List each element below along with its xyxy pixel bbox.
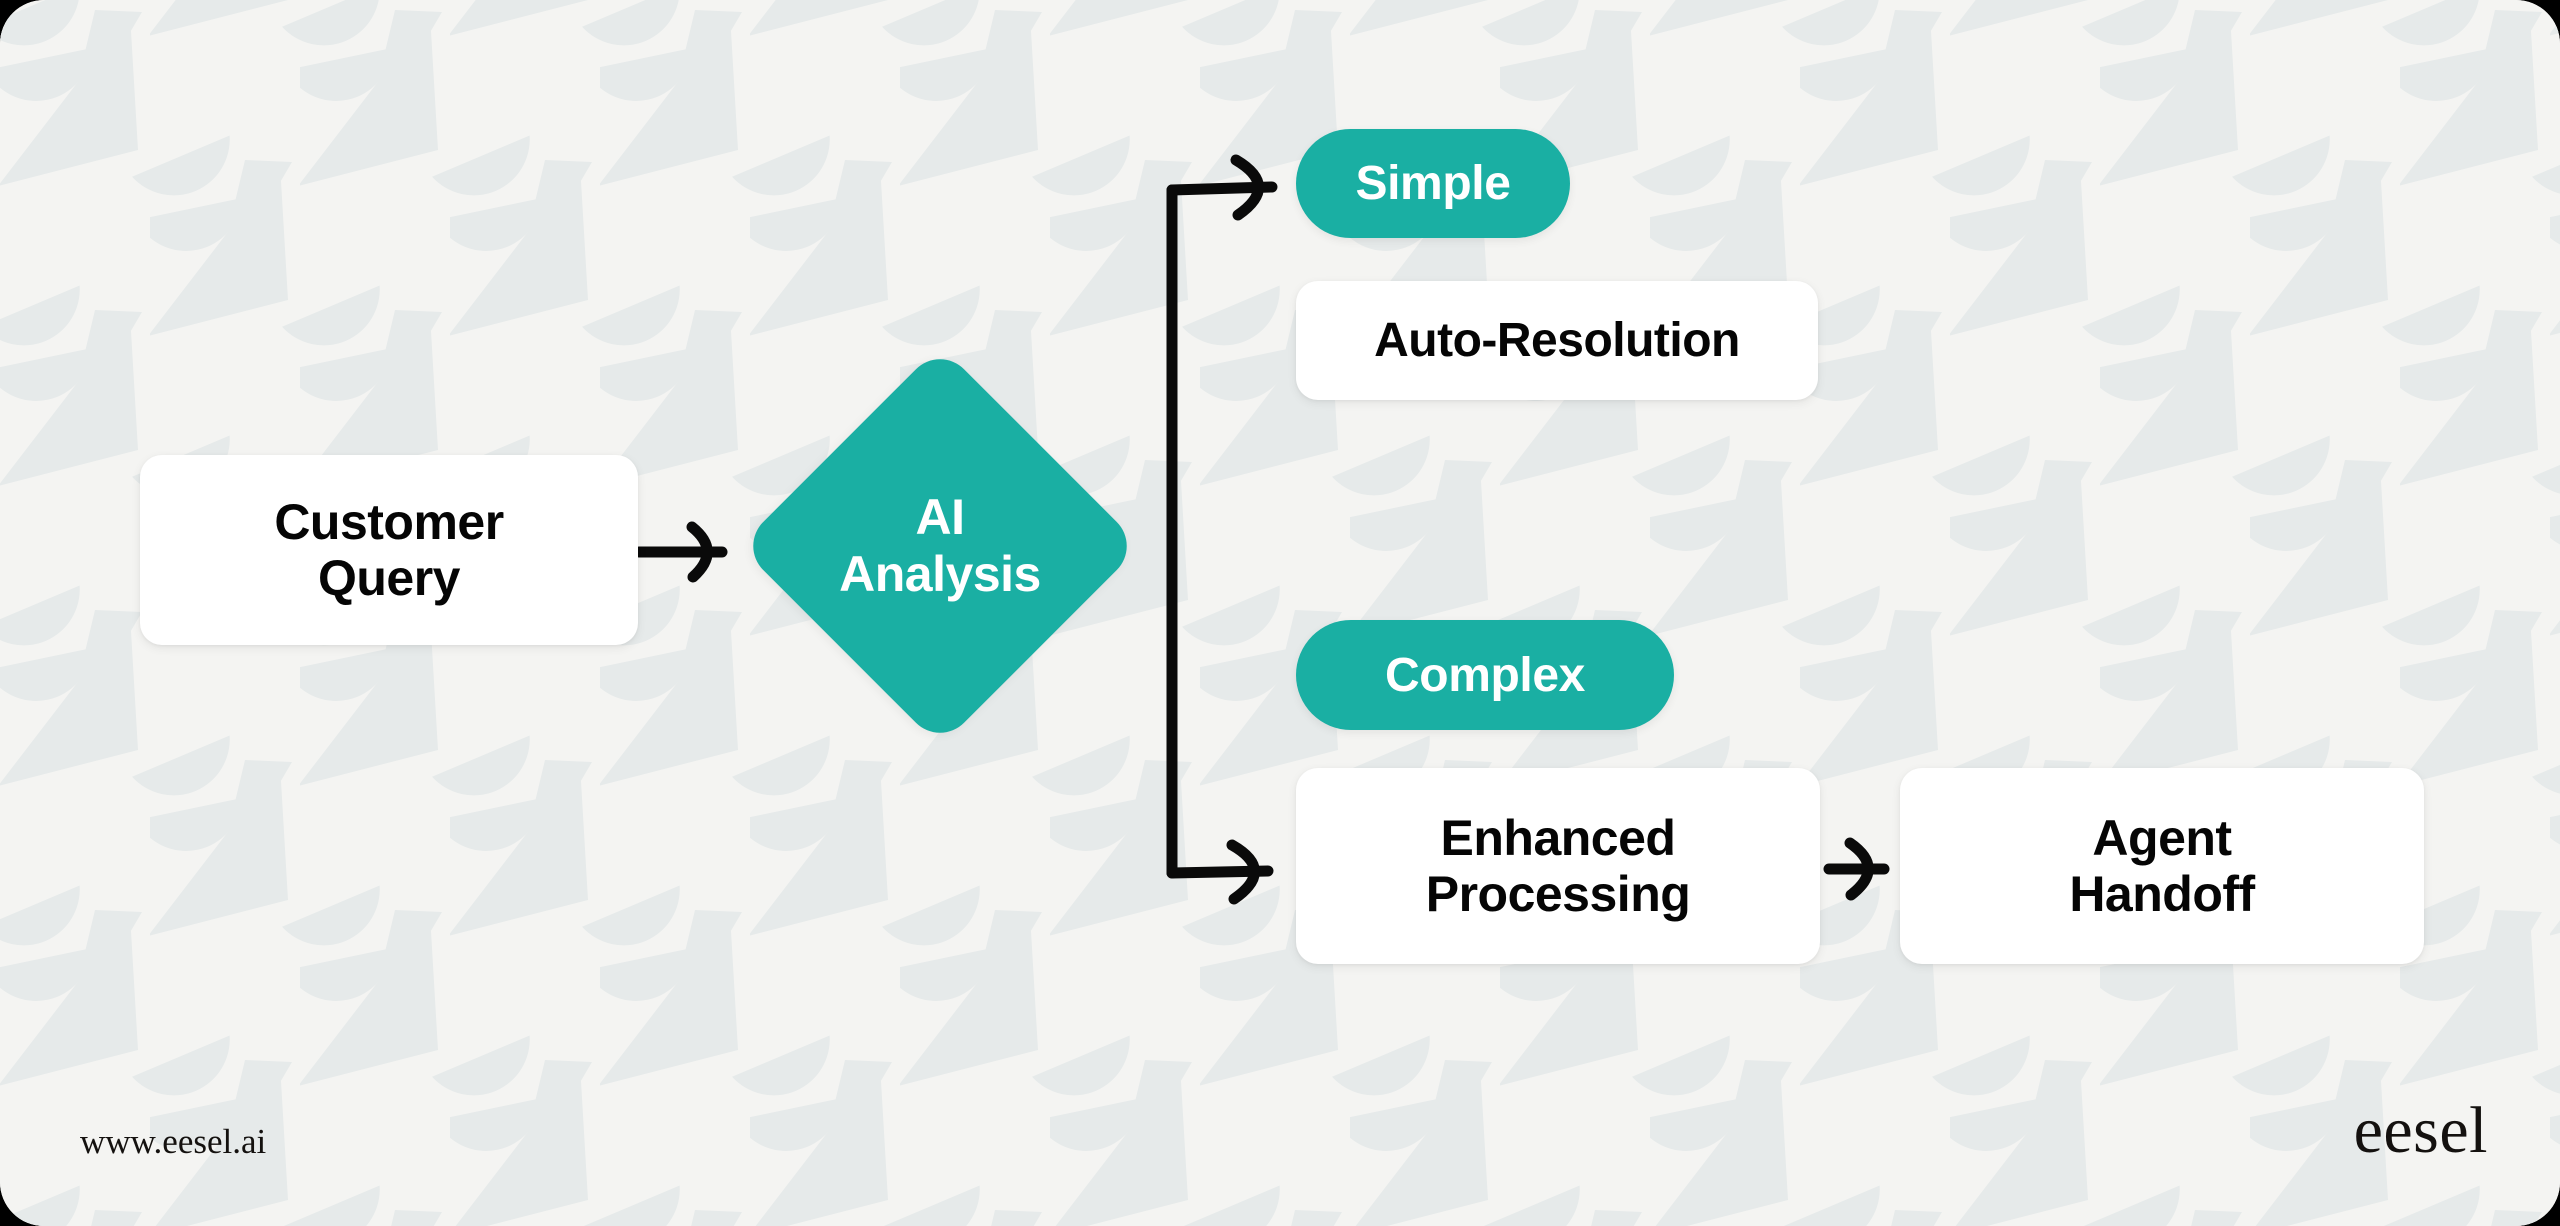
brand-logo: eesel [2353,1094,2488,1167]
node-agent-handoff-label: Agent Handoff [2069,810,2255,922]
footer-url[interactable]: www.eesel.ai [80,1122,266,1162]
node-ai-analysis[interactable]: AI Analysis [739,345,1141,747]
node-enhanced-processing-label: Enhanced Processing [1425,810,1691,922]
node-simple[interactable]: Simple [1296,129,1570,238]
diagram-nodes: Customer Query AI Analysis Simple Auto-R… [0,0,2560,1226]
node-customer-query[interactable]: Customer Query [140,455,638,645]
node-auto-resolution-label: Auto-Resolution [1374,313,1740,367]
node-enhanced-processing[interactable]: Enhanced Processing [1296,768,1820,964]
diagram-canvas: Customer Query AI Analysis Simple Auto-R… [0,0,2560,1226]
node-complex-label: Complex [1385,648,1585,702]
node-simple-label: Simple [1355,157,1511,210]
node-ai-analysis-label: AI Analysis [839,488,1041,603]
node-auto-resolution[interactable]: Auto-Resolution [1296,281,1818,400]
node-customer-query-label: Customer Query [274,494,504,606]
node-complex[interactable]: Complex [1296,620,1674,730]
node-agent-handoff[interactable]: Agent Handoff [1900,768,2424,964]
